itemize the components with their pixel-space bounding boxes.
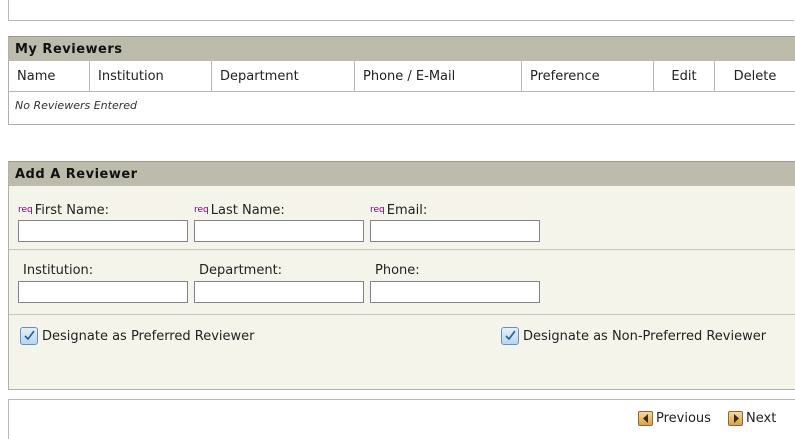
arrow-left-icon bbox=[638, 411, 653, 426]
phone-input[interactable] bbox=[370, 281, 540, 303]
column-delete: Delete bbox=[715, 61, 795, 92]
email-field: reqEmail: bbox=[370, 203, 427, 218]
add-reviewer-header: Add A Reviewer bbox=[9, 161, 795, 186]
required-marker: req bbox=[194, 205, 209, 215]
email-label: Email: bbox=[387, 203, 427, 218]
non-preferred-reviewer-label: Designate as Non-Preferred Reviewer bbox=[523, 329, 766, 344]
email-input[interactable] bbox=[370, 220, 540, 242]
required-marker: req bbox=[18, 205, 33, 215]
top-section-border bbox=[8, 0, 794, 21]
department-label: Department: bbox=[199, 263, 282, 278]
first-name-field: reqFirst Name: bbox=[18, 203, 109, 218]
last-name-input[interactable] bbox=[194, 220, 364, 242]
my-reviewers-header: My Reviewers bbox=[9, 36, 795, 61]
empty-message: No Reviewers Entered bbox=[9, 92, 795, 119]
department-field: Department: bbox=[194, 263, 282, 278]
institution-input[interactable] bbox=[18, 281, 188, 303]
required-marker: req bbox=[370, 205, 385, 215]
last-name-label: Last Name: bbox=[211, 203, 285, 218]
next-button[interactable]: Next bbox=[728, 411, 776, 426]
column-name: Name bbox=[9, 61, 90, 92]
preferred-reviewer-toggle[interactable]: Designate as Preferred Reviewer bbox=[20, 327, 254, 345]
designation-row: Designate as Preferred Reviewer Designat… bbox=[9, 316, 795, 360]
institution-label: Institution: bbox=[23, 263, 93, 278]
non-preferred-reviewer-toggle[interactable]: Designate as Non-Preferred Reviewer bbox=[501, 327, 766, 345]
department-input[interactable] bbox=[194, 281, 364, 303]
reviewers-table: Name Institution Department Phone / E-Ma… bbox=[9, 61, 795, 118]
reviewers-table-header-row: Name Institution Department Phone / E-Ma… bbox=[9, 61, 795, 92]
column-edit: Edit bbox=[654, 61, 715, 92]
add-reviewer-panel: Add A Reviewer reqFirst Name: reqLast Na… bbox=[8, 161, 795, 390]
previous-button[interactable]: Previous bbox=[638, 411, 711, 426]
last-name-field: reqLast Name: bbox=[194, 203, 285, 218]
column-phone-email: Phone / E-Mail bbox=[355, 61, 522, 92]
navigation-bar: Previous Next bbox=[8, 399, 795, 439]
next-label: Next bbox=[746, 411, 776, 426]
checkbox-check-icon[interactable] bbox=[20, 327, 38, 345]
my-reviewers-panel: My Reviewers Name Institution Department… bbox=[8, 36, 795, 125]
preferred-reviewer-label: Designate as Preferred Reviewer bbox=[42, 329, 254, 344]
arrow-right-icon bbox=[728, 411, 743, 426]
phone-label: Phone: bbox=[375, 263, 420, 278]
column-department: Department bbox=[212, 61, 355, 92]
column-institution: Institution bbox=[90, 61, 212, 92]
checkbox-check-icon[interactable] bbox=[501, 327, 519, 345]
required-fields-row: reqFirst Name: reqLast Name: reqEmail: bbox=[9, 186, 795, 250]
institution-field: Institution: bbox=[18, 263, 93, 278]
optional-fields-row: Institution: Department: Phone: bbox=[9, 251, 795, 315]
column-preference: Preference bbox=[522, 61, 654, 92]
table-row: No Reviewers Entered bbox=[9, 92, 795, 119]
first-name-input[interactable] bbox=[18, 220, 188, 242]
phone-field: Phone: bbox=[370, 263, 420, 278]
first-name-label: First Name: bbox=[35, 203, 109, 218]
previous-label: Previous bbox=[656, 411, 711, 426]
